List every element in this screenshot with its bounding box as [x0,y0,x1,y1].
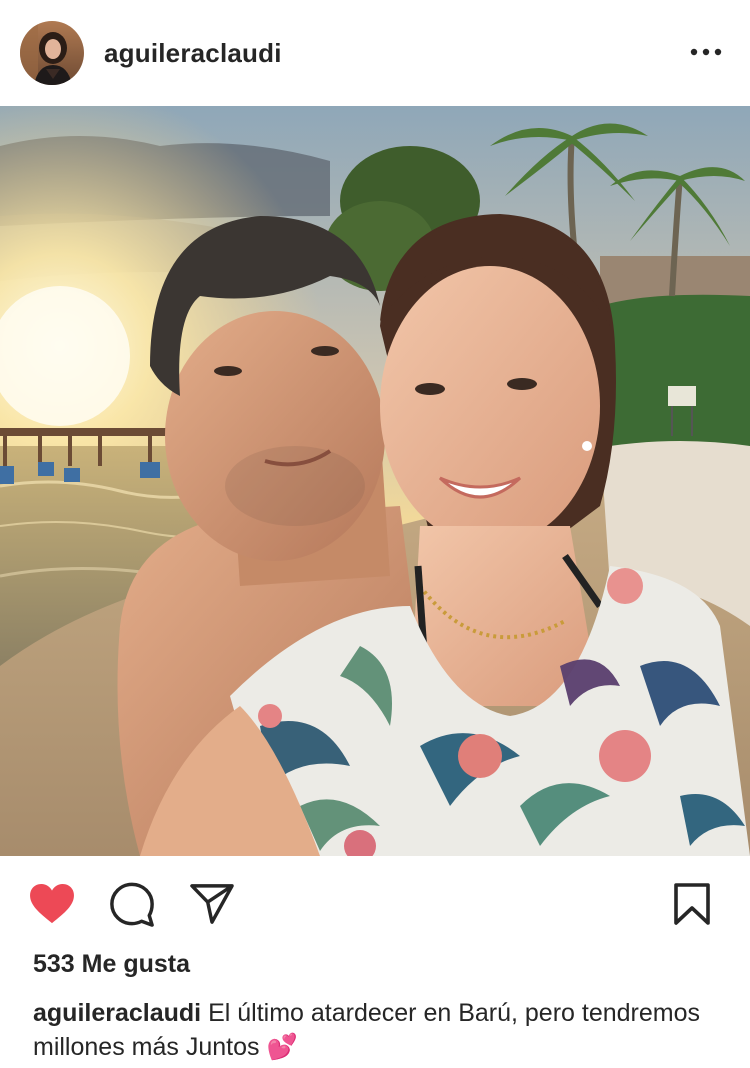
comment-icon [110,882,154,927]
more-options-icon[interactable] [690,40,722,64]
heart-filled-icon [30,883,74,924]
bookmark-icon [674,883,710,925]
post-caption: aguileraclaudi El último atardecer en Ba… [33,996,723,1064]
caption-username[interactable]: aguileraclaudi [33,999,201,1027]
send-icon [190,884,234,924]
two-hearts-emoji: 💕 [266,1033,298,1061]
save-button[interactable] [668,880,716,928]
share-button[interactable] [188,880,236,928]
avatar[interactable] [20,21,84,85]
like-button[interactable] [28,880,76,928]
post-photo[interactable] [0,106,750,856]
avatar-image [20,21,84,85]
post-action-bar [0,872,750,936]
comment-button[interactable] [108,880,156,928]
likes-count[interactable]: 533 Me gusta [33,950,190,979]
post-header: aguileraclaudi [0,0,750,106]
post-username[interactable]: aguileraclaudi [104,38,282,69]
